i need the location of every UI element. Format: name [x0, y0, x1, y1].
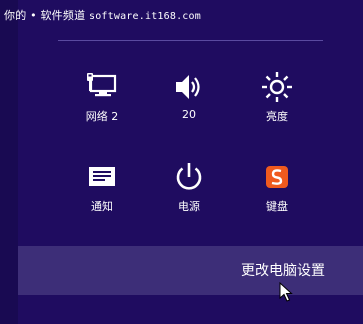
tile-volume[interactable]: 20 — [159, 70, 219, 121]
change-pc-settings-label: 更改电脑设置 — [241, 263, 325, 279]
tile-volume-label: 20 — [182, 108, 196, 121]
charms-settings-panel: 你的 • 软件频道 software.it168.com 网络 2 20 亮度 … — [0, 0, 363, 324]
network-icon — [87, 73, 117, 97]
divider — [58, 40, 323, 41]
tile-keyboard[interactable]: 键盘 — [247, 160, 307, 214]
tile-power-label: 电源 — [178, 200, 200, 213]
tile-network[interactable]: 网络 2 — [72, 70, 132, 124]
notifications-icon — [89, 167, 115, 186]
edge-strip — [0, 0, 18, 324]
tile-network-label: 网络 2 — [85, 110, 119, 123]
tile-power[interactable]: 电源 — [159, 160, 219, 214]
change-pc-settings-button[interactable]: 更改电脑设置 — [18, 246, 363, 295]
tile-brightness[interactable]: 亮度 — [247, 70, 307, 124]
tile-notifications-label: 通知 — [91, 200, 113, 213]
keyboard-icon — [266, 166, 288, 188]
watermark-prefix: 你的 • 软件频道 — [4, 9, 86, 22]
volume-icon — [176, 75, 200, 99]
power-icon — [176, 163, 202, 190]
watermark-url: software.it168.com — [88, 11, 201, 22]
mouse-cursor-icon — [279, 282, 293, 302]
watermark: 你的 • 软件频道 software.it168.com — [4, 7, 201, 23]
tile-brightness-label: 亮度 — [266, 110, 288, 123]
tile-keyboard-label: 键盘 — [266, 200, 288, 213]
brightness-icon — [262, 72, 292, 102]
tile-notifications[interactable]: 通知 — [72, 160, 132, 214]
